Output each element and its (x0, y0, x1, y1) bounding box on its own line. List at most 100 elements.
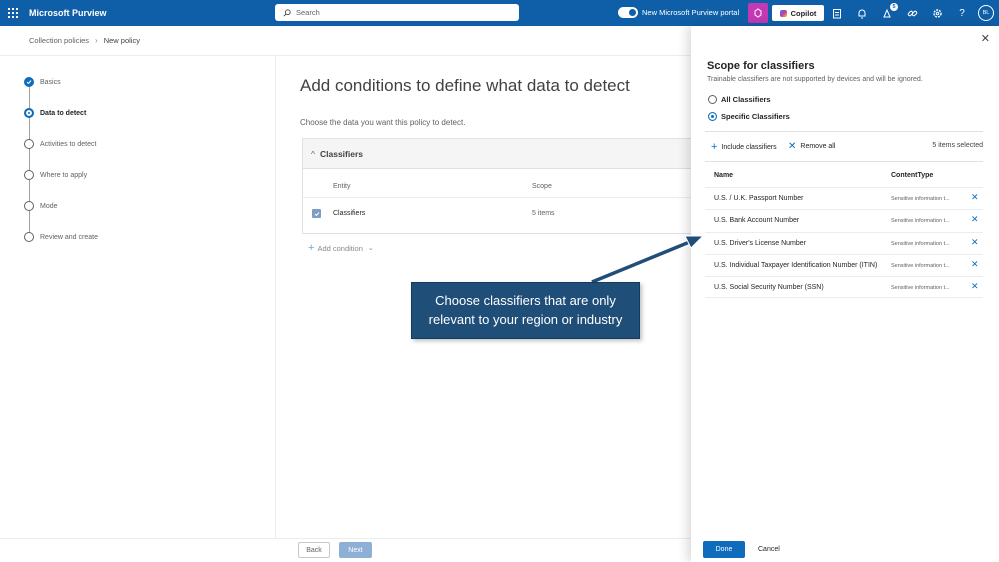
breadcrumb: Collection policies › New policy (29, 36, 140, 45)
column-header-scope: Scope (532, 183, 552, 190)
stepper-divider (275, 56, 276, 538)
chevron-up-icon[interactable]: ^ (311, 149, 315, 159)
classifier-name: U.S. / U.K. Passport Number (714, 195, 804, 202)
gear-icon[interactable] (930, 6, 944, 20)
app-launcher-icon[interactable] (0, 0, 26, 26)
breadcrumb-current: New policy (103, 36, 140, 45)
done-button[interactable]: Done (703, 541, 745, 558)
step-dot (24, 139, 34, 149)
table-row[interactable]: U.S. Driver's License Number Sensitive i… (705, 232, 983, 254)
app-title[interactable]: Microsoft Purview (29, 8, 107, 18)
remove-row-icon[interactable]: ✕ (971, 281, 979, 292)
classifiers-panel: ^ Classifiers Entity Scope Classifiers 5… (302, 138, 702, 234)
table-row[interactable]: U.S. Individual Taxpayer Identification … (705, 254, 983, 276)
plus-icon: + (711, 141, 718, 153)
breadcrumb-parent[interactable]: Collection policies (29, 36, 89, 45)
step-where-to-apply[interactable]: Where to apply (24, 170, 87, 180)
step-data-to-detect[interactable]: Data to detect (24, 108, 86, 118)
next-button[interactable]: Next (339, 542, 372, 558)
header-divider (0, 55, 690, 56)
search-input[interactable]: Search (275, 4, 519, 21)
radio-all-classifiers[interactable]: All Classifiers (708, 95, 771, 104)
footer-divider (0, 538, 690, 539)
table-row[interactable]: U.S. Bank Account Number Sensitive infor… (705, 209, 983, 231)
classifier-content-type: Sensitive information t... (891, 285, 950, 291)
column-header-entity: Entity (333, 183, 351, 190)
row-entity-value: Classifiers (333, 210, 366, 217)
chevron-right-icon: › (95, 36, 98, 45)
copilot-label: Copilot (790, 8, 817, 18)
help-icon[interactable]: ? (955, 6, 969, 20)
scope-flyout-panel: ✕ Scope for classifiers Trainable classi… (691, 26, 999, 562)
page-subtitle: Choose the data you want this policy to … (300, 118, 466, 127)
avatar[interactable]: BL (978, 5, 994, 21)
classifier-content-type: Sensitive information t... (891, 196, 950, 202)
step-dot (24, 201, 34, 211)
radio-label: Specific Classifiers (721, 112, 790, 121)
table-row[interactable]: U.S. Social Security Number (SSN) Sensit… (705, 276, 983, 298)
panel-title: Classifiers (320, 148, 363, 159)
tasks-icon[interactable] (830, 6, 844, 20)
copilot-app-icon[interactable] (748, 3, 768, 23)
step-dot (24, 232, 34, 242)
row-scope-value[interactable]: 5 items (532, 210, 555, 217)
column-header-name[interactable]: Name (714, 172, 733, 179)
copilot-button[interactable]: Copilot (772, 5, 824, 21)
copilot-icon (779, 9, 787, 17)
bell-icon[interactable] (855, 6, 869, 20)
classifier-content-type: Sensitive information t... (891, 263, 950, 269)
portal-toggle[interactable]: New Microsoft Purview portal (618, 7, 739, 18)
classifier-name: U.S. Individual Taxpayer Identification … (714, 262, 878, 269)
notification-badge: 5 (890, 3, 898, 11)
classifier-name: U.S. Social Security Number (SSN) (714, 284, 824, 291)
include-classifiers-label: Include classifiers (721, 143, 777, 151)
radio-circle[interactable] (708, 95, 717, 104)
link-icon[interactable] (905, 6, 919, 20)
remove-row-icon[interactable]: ✕ (971, 237, 979, 248)
plus-icon: + (308, 242, 315, 254)
step-label: Basics (40, 78, 61, 86)
flyout-divider (705, 131, 983, 132)
step-basics[interactable]: Basics (24, 77, 61, 87)
search-placeholder: Search (296, 8, 320, 17)
step-current-dot (24, 108, 34, 118)
panel-header[interactable]: ^ Classifiers (303, 139, 701, 169)
chevron-down-icon: ⌄ (367, 245, 374, 252)
step-label: Review and create (40, 233, 98, 241)
back-button[interactable]: Back (298, 542, 330, 558)
selected-count: 5 items selected (932, 142, 983, 149)
cancel-button[interactable]: Cancel (758, 541, 782, 558)
toggle-switch[interactable] (618, 7, 638, 18)
step-mode[interactable]: Mode (24, 201, 58, 211)
alerts-icon[interactable]: 5 (880, 3, 898, 20)
remove-row-icon[interactable]: ✕ (971, 214, 979, 225)
step-label: Activities to detect (40, 140, 97, 148)
remove-all-button[interactable]: ✕ Remove all (788, 141, 835, 152)
row-divider (303, 197, 701, 198)
radio-circle-selected[interactable] (708, 112, 717, 121)
step-label: Where to apply (40, 171, 88, 179)
classifier-content-type: Sensitive information t... (891, 218, 950, 224)
step-activities-to-detect[interactable]: Activities to detect (24, 139, 96, 149)
step-label: Data to detect (40, 109, 87, 117)
classifier-name: U.S. Driver's License Number (714, 240, 806, 247)
row-checkbox[interactable] (312, 209, 321, 218)
close-icon[interactable]: ✕ (981, 32, 990, 45)
flyout-title: Scope for classifiers (707, 60, 815, 72)
table-row[interactable]: U.S. / U.K. Passport Number Sensitive in… (705, 187, 983, 209)
flyout-description: Trainable classifiers are not supported … (707, 76, 923, 83)
top-bar: Microsoft Purview Search New Microsoft P… (0, 0, 999, 26)
radio-specific-classifiers[interactable]: Specific Classifiers (708, 112, 790, 121)
flyout-divider (705, 161, 983, 162)
step-review-and-create[interactable]: Review and create (24, 232, 98, 242)
column-header-content-type[interactable]: ContentType (891, 172, 933, 179)
classifier-name: U.S. Bank Account Number (714, 217, 800, 224)
close-icon: ✕ (788, 141, 797, 152)
add-condition-button[interactable]: + Add condition ⌄ (308, 242, 374, 254)
step-label: Mode (40, 202, 58, 210)
callout-box: Choose classifiers that are only relevan… (411, 282, 640, 339)
include-classifiers-button[interactable]: + Include classifiers (711, 141, 777, 153)
remove-row-icon[interactable]: ✕ (971, 192, 979, 203)
radio-label: All Classifiers (721, 95, 771, 104)
remove-row-icon[interactable]: ✕ (971, 259, 979, 270)
